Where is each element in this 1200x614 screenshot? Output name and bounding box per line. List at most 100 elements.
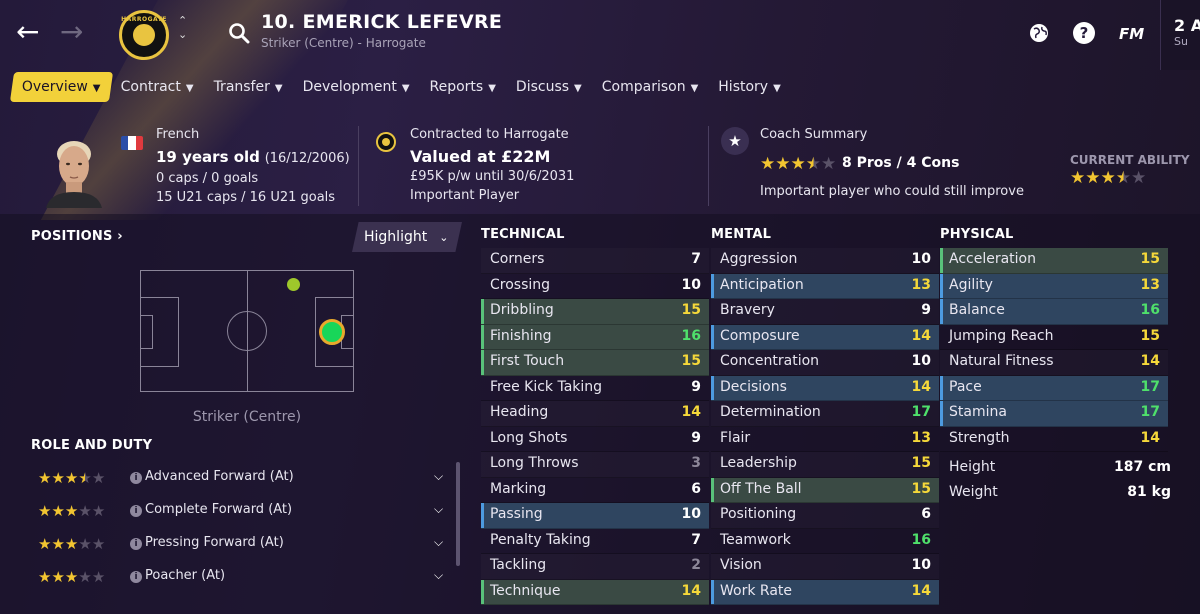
tab-contract[interactable]: Contract ▼ (111, 72, 204, 102)
chevron-down-icon[interactable]: ⌵ (434, 469, 443, 484)
attribute-row[interactable]: Aggression 10 (711, 248, 939, 274)
chevron-down-icon: ▼ (401, 83, 410, 94)
chevron-down-icon[interactable]: ⌄ (178, 28, 187, 42)
pros-cons[interactable]: 8 Pros / 4 Cons (842, 155, 959, 171)
star-icon: ★ (78, 502, 92, 520)
role-row[interactable]: ★ ★ ★ ★ ★ i Pressing Forward (At) ⌵ (30, 532, 450, 560)
attribute-row[interactable]: Decisions 14 (711, 375, 939, 401)
attribute-row[interactable]: Tackling 2 (481, 554, 709, 580)
attribute-name: Flair (720, 429, 751, 446)
star-icon: ★ (51, 568, 65, 586)
star-icon: ★ (821, 154, 837, 174)
attribute-row[interactable]: Pace 17 (940, 375, 1168, 401)
info-icon[interactable]: i (130, 505, 142, 517)
star-icon: ★ (78, 568, 92, 586)
tab-reports[interactable]: Reports ▼ (420, 72, 506, 102)
forward-arrow-icon[interactable]: → (60, 18, 83, 46)
chevron-down-icon[interactable]: ⌵ (434, 535, 443, 550)
attribute-row[interactable]: Work Rate 14 (711, 579, 939, 605)
attribute-row[interactable]: First Touch 15 (481, 350, 709, 376)
date-panel[interactable]: 2 AU Su (1160, 0, 1200, 70)
attribute-row[interactable]: Determination 17 (711, 401, 939, 427)
attribute-row[interactable]: Balance 16 (940, 299, 1168, 325)
france-flag-icon (121, 136, 143, 150)
star-icon: ★ (91, 502, 106, 520)
role-row[interactable]: ★ ★ ★ ★ ★ i Complete Forward (At) ⌵ (30, 499, 450, 527)
chevron-down-icon: ▼ (690, 83, 699, 94)
tab-development[interactable]: Development ▼ (293, 72, 420, 102)
attribute-row[interactable]: Bravery 9 (711, 299, 939, 325)
attribute-row[interactable]: Agility 13 (940, 273, 1168, 299)
attribute-row[interactable]: Crossing 10 (481, 274, 709, 299)
attribute-row[interactable]: Penalty Taking 7 (481, 529, 709, 554)
attribute-row[interactable]: Long Shots 9 (481, 427, 709, 452)
search-icon[interactable] (228, 22, 250, 44)
attribute-row[interactable]: Marking 6 (481, 478, 709, 503)
attribute-row[interactable]: Free Kick Taking 9 (481, 376, 709, 401)
attribute-value: 9 (691, 378, 701, 395)
attribute-row[interactable]: Off The Ball 15 (711, 477, 939, 503)
attribute-row[interactable]: Jumping Reach 15 (940, 325, 1168, 350)
attribute-row[interactable]: Composure 14 (711, 324, 939, 350)
chevron-up-icon[interactable]: ⌃ (178, 14, 187, 28)
globe-icon[interactable] (1028, 22, 1050, 44)
player-value: Valued at £22M (410, 147, 551, 166)
attribute-value: 10 (911, 251, 931, 267)
attribute-name: Anticipation (720, 276, 804, 293)
club-badge-core (130, 21, 158, 49)
attribute-row[interactable]: Corners 7 (481, 248, 709, 274)
info-icon[interactable]: i (130, 538, 142, 550)
mental-attributes: Aggression 10 Anticipation 13 Bravery 9 Compos… (711, 248, 939, 605)
attribute-row[interactable]: Stamina 17 (940, 401, 1168, 427)
squad-status: Important Player (410, 188, 520, 203)
attribute-name: First Touch (490, 353, 565, 369)
attribute-row[interactable]: Vision 10 (711, 554, 939, 580)
help-icon[interactable]: ? (1073, 22, 1095, 44)
attribute-value: 9 (921, 302, 931, 318)
attribute-row[interactable]: Heading 14 (481, 401, 709, 427)
attribute-row[interactable]: Strength 14 (940, 427, 1168, 452)
attribute-value: 17 (1140, 404, 1160, 420)
attribute-row[interactable]: Long Throws 3 (481, 452, 709, 478)
current-date: 2 AU (1174, 16, 1200, 35)
attribute-value: 17 (1140, 378, 1160, 395)
tab-history[interactable]: History ▼ (708, 72, 791, 102)
attribute-row[interactable]: Teamwork 16 (711, 529, 939, 554)
highlight-dropdown[interactable]: Highlight ⌄ (352, 222, 462, 252)
attribute-value: 3 (691, 455, 701, 471)
u21-caps: 15 U21 caps / 16 U21 goals (156, 190, 336, 205)
divider (358, 126, 359, 206)
attribute-row[interactable]: Concentration 10 (711, 350, 939, 376)
attribute-row[interactable]: Positioning 6 (711, 503, 939, 529)
attribute-row[interactable]: Leadership 15 (711, 452, 939, 478)
attribute-name: Positioning (720, 506, 797, 522)
role-row[interactable]: ★ ★ ★ ★ ★ i Advanced Forward (At) ⌵ (30, 466, 450, 494)
attribute-row[interactable]: Anticipation 13 (711, 273, 939, 299)
roles-scrollbar[interactable] (456, 462, 460, 566)
attribute-name: Long Shots (490, 429, 568, 446)
chevron-down-icon[interactable]: ⌵ (434, 502, 443, 517)
attribute-row[interactable]: Flair 13 (711, 427, 939, 452)
attribute-row[interactable]: Finishing 16 (481, 324, 709, 350)
info-icon[interactable]: i (130, 472, 142, 484)
chevron-down-icon[interactable]: ⌵ (434, 568, 443, 583)
fm-logo[interactable]: FM (1119, 25, 1144, 43)
attribute-row[interactable]: Technique 14 (481, 579, 709, 605)
info-icon[interactable]: i (130, 571, 142, 583)
attribute-row[interactable]: Natural Fitness 14 (940, 350, 1168, 376)
positions-heading[interactable]: POSITIONS › (31, 229, 123, 244)
tab-overview[interactable]: Overview ▼ (9, 72, 113, 102)
club-badge[interactable]: HARROGATE (119, 10, 169, 60)
tab-discuss[interactable]: Discuss ▼ (506, 72, 592, 102)
attribute-row[interactable]: Passing 10 (481, 503, 709, 529)
attribute-name: Teamwork (720, 531, 791, 548)
attribute-name: Long Throws (490, 455, 579, 471)
star-icon: ★ (1070, 168, 1086, 188)
tab-transfer[interactable]: Transfer ▼ (204, 72, 293, 102)
attribute-row[interactable]: Dribbling 15 (481, 299, 709, 325)
player-switch-arrows[interactable]: ⌃ ⌄ (178, 14, 187, 42)
back-arrow-icon[interactable]: ← (16, 18, 39, 46)
role-row[interactable]: ★ ★ ★ ★ ★ i Poacher (At) ⌵ (30, 565, 450, 593)
tab-comparison[interactable]: Comparison ▼ (592, 72, 709, 102)
attribute-row[interactable]: Acceleration 15 (940, 248, 1168, 274)
